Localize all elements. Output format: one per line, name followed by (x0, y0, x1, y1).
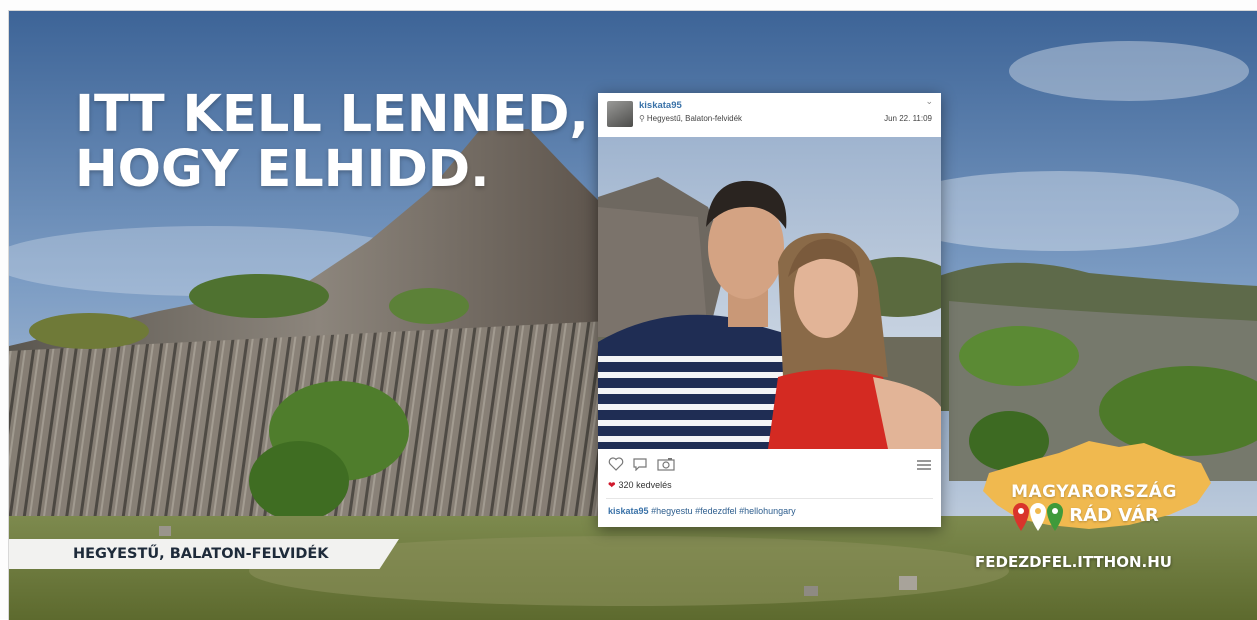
post-actions (608, 457, 679, 475)
post-timestamp: Jun 22. 11:09 (884, 114, 932, 123)
campaign-url[interactable]: FEDEZDFEL.ITTHON.HU (975, 553, 1172, 571)
likes-text: 320 kedvelés (618, 480, 672, 490)
headline-line-1: ITT KELL LENNED, (75, 85, 589, 144)
headline: ITT KELL LENNED, HOGY ELHIDD. (75, 87, 589, 197)
post-location[interactable]: ⚲ Hegyestű, Balaton-felvidék (639, 114, 742, 123)
heart-outline-icon[interactable] (608, 457, 624, 476)
post-header: kiskata95 ⚲ Hegyestű, Balaton-felvidék ⌄ … (598, 93, 941, 137)
location-ribbon: HEGYESTŰ, BALATON-FELVIDÉK (9, 539, 399, 569)
divider (606, 498, 933, 499)
location-pin-icon: ⚲ (639, 114, 645, 123)
post-location-text: Hegyestű, Balaton-felvidék (646, 114, 743, 123)
brand-line-1: MAGYARORSZÁG (1011, 482, 1177, 502)
couple-selfie-photo (598, 137, 941, 449)
headline-line-2: HOGY ELHIDD. (75, 140, 490, 199)
comment-icon[interactable] (632, 457, 648, 476)
caption-hashtags[interactable]: #hegyestu #fedezdfel #hellohungary (651, 506, 796, 516)
social-post-card: kiskata95 ⚲ Hegyestű, Balaton-felvidék ⌄ … (598, 93, 941, 527)
camera-icon[interactable] (657, 457, 675, 476)
chevron-down-icon[interactable]: ⌄ (925, 96, 933, 107)
billboard: ITT KELL LENNED, HOGY ELHIDD. HEGYESTŰ, … (8, 10, 1257, 620)
avatar[interactable] (607, 101, 633, 127)
post-username[interactable]: kiskata95 (639, 100, 682, 111)
likes-count[interactable]: ❤ 320 kedvelés (608, 480, 672, 491)
more-icon[interactable] (917, 459, 931, 478)
heart-filled-icon: ❤ (608, 480, 616, 490)
brand-line-2: RÁD VÁR (1069, 505, 1159, 526)
page-frame: ITT KELL LENNED, HOGY ELHIDD. HEGYESTŰ, … (0, 0, 1257, 620)
brand-logo: MAGYARORSZÁG RÁD VÁR (969, 433, 1219, 545)
caption-username[interactable]: kiskata95 (608, 506, 649, 516)
post-photo (598, 137, 941, 449)
post-caption: kiskata95 #hegyestu #fedezdfel #hellohun… (608, 506, 796, 516)
location-label: HEGYESTŰ, BALATON-FELVIDÉK (73, 546, 329, 562)
